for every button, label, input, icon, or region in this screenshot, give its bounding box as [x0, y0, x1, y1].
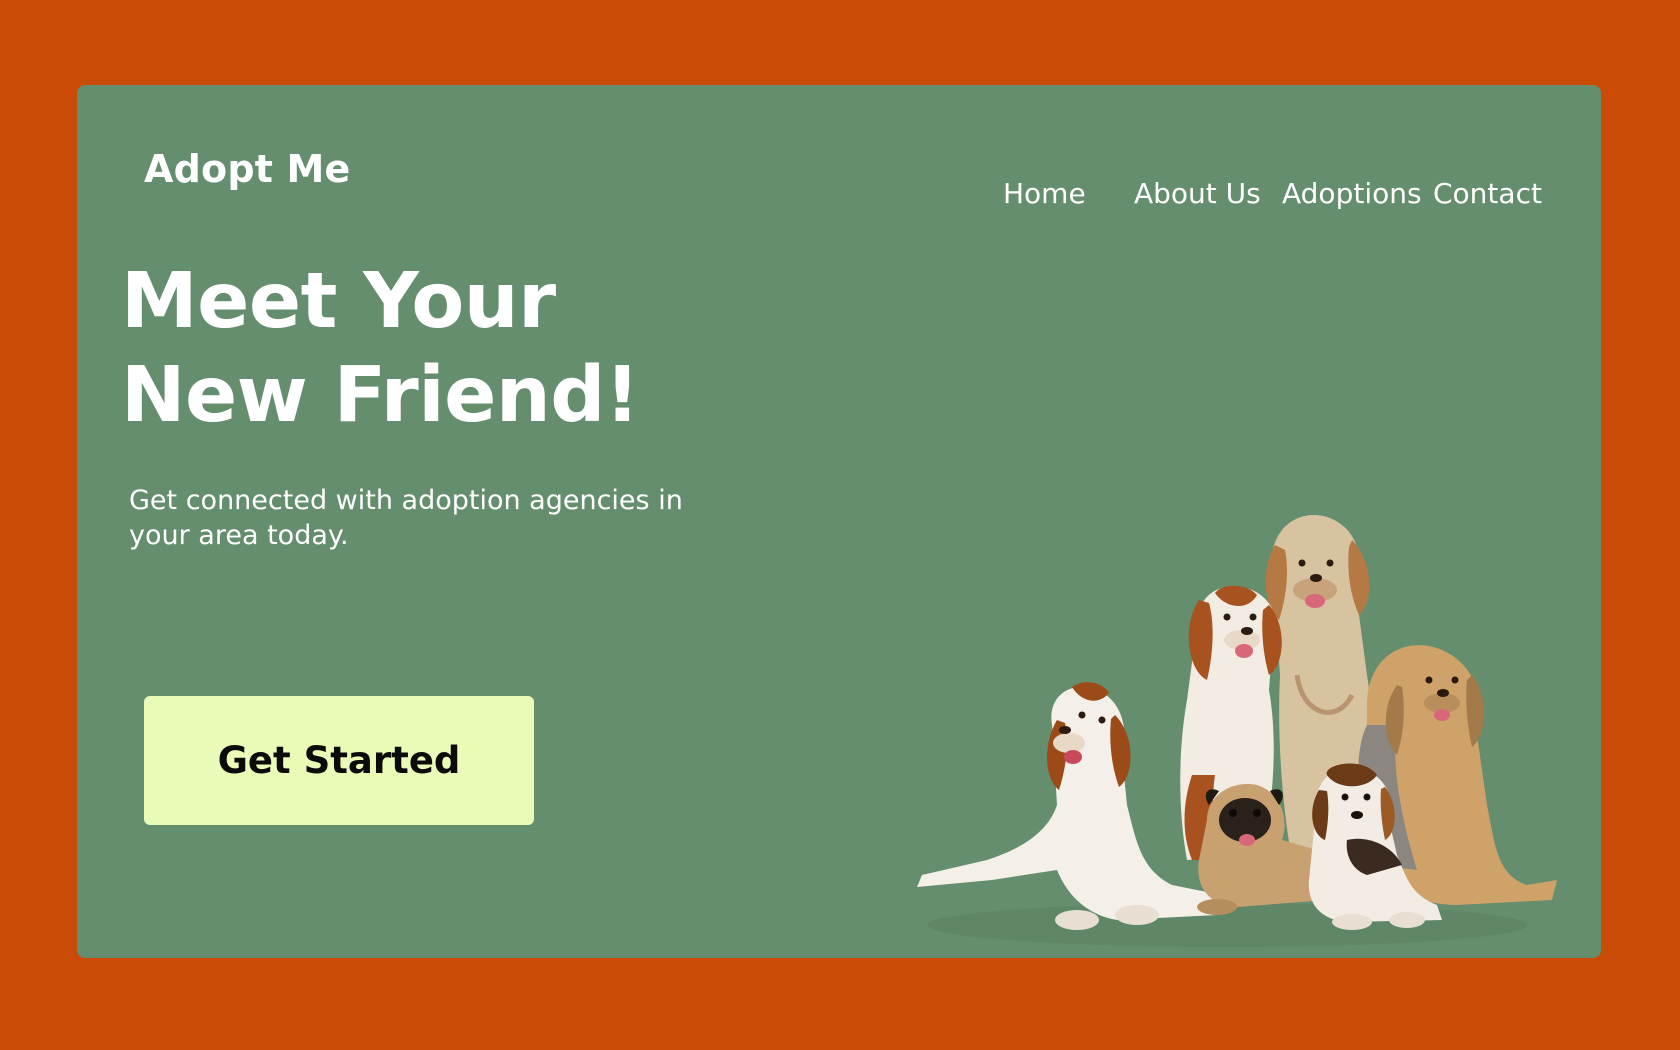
nav-contact[interactable]: Contact: [1433, 177, 1543, 210]
hero-title-line-1: Meet Your: [121, 257, 556, 346]
main-nav: Home About Us Adoptions Contact: [1003, 177, 1543, 210]
hero-title-line-2: New Friend!: [121, 351, 640, 440]
hero-card: Adopt Me Home About Us Adoptions Contact…: [77, 85, 1601, 958]
hero-title: Meet Your New Friend!: [121, 255, 640, 443]
nav-adoptions[interactable]: Adoptions: [1282, 177, 1433, 210]
nav-about-us[interactable]: About Us: [1134, 177, 1282, 210]
nav-home[interactable]: Home: [1003, 177, 1134, 210]
dogs-group-image: [917, 515, 1557, 947]
hero-subtitle: Get connected with adoption agencies in …: [129, 485, 683, 551]
get-started-button[interactable]: Get Started: [144, 696, 534, 825]
brand-logo[interactable]: Adopt Me: [144, 147, 351, 191]
hound-dog: [917, 682, 1222, 930]
